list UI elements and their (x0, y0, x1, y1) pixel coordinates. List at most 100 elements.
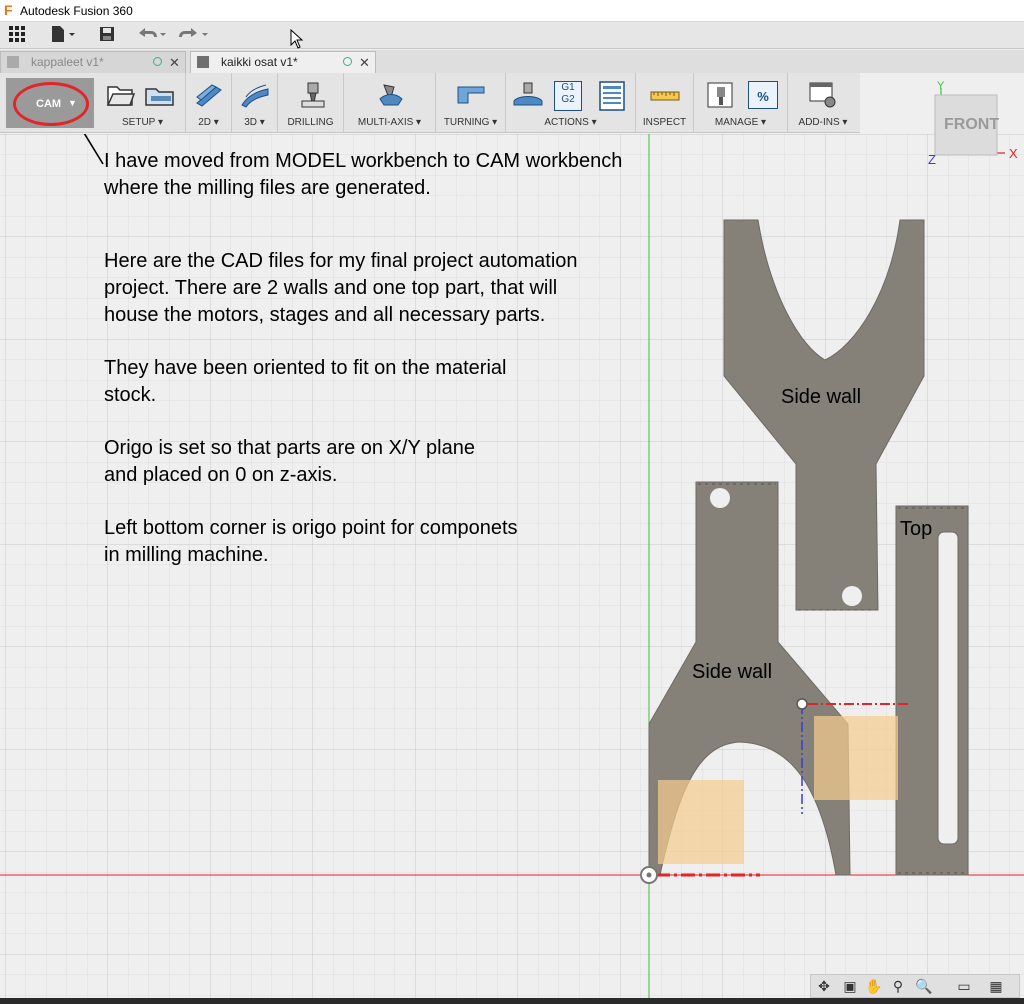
note-line: in milling machine. (104, 544, 269, 566)
manage-label: MANAGE ▾ (714, 117, 767, 128)
inspect-label: INSPECT (642, 117, 687, 128)
note-line: house the motors, stages and all necessa… (104, 304, 546, 326)
drilling-label: DRILLING (287, 117, 334, 128)
zoom-icon[interactable]: ⚲ (889, 978, 907, 995)
note-line: They have been oriented to fit on the ma… (104, 357, 507, 379)
close-icon[interactable]: ✕ (169, 52, 180, 73)
origin-marker-dot (646, 872, 652, 878)
status-ring-icon (343, 57, 352, 66)
note-line: project. There are 2 walls and one top p… (104, 277, 558, 299)
setup-group[interactable]: SETUP ▾ (100, 73, 186, 133)
multi-axis-icon (376, 81, 406, 109)
note-workbench: I have moved from MODEL workbench to CAM… (104, 148, 622, 202)
add-ins-label: ADD-INS ▾ (798, 117, 848, 128)
bottom-edge (0, 998, 1024, 1004)
2d-label: 2D ▾ (198, 117, 219, 128)
note-cad-files: Here are the CAD files for my final proj… (104, 248, 578, 329)
cube-z-label: Z (928, 152, 936, 167)
data-panel-grid-icon[interactable] (6, 25, 28, 47)
view-cube[interactable]: Y X Z FRONT (925, 78, 1020, 173)
cube-face-label: FRONT (944, 116, 1000, 133)
tab-kaikki-osat[interactable]: kaikki osat v1* ✕ (190, 51, 376, 73)
actions-label: ACTIONS ▾ (544, 117, 597, 128)
cube-x-label: X (1009, 146, 1018, 161)
2d-toolpath-icon (194, 81, 224, 109)
top-part-label: Top (900, 518, 933, 540)
simulate-icon (512, 81, 543, 109)
g1-label: G1 (561, 82, 575, 93)
window-title: Autodesk Fusion 360 (20, 4, 133, 18)
setup-label: SETUP ▾ (122, 117, 163, 128)
document-tab-bar: kappaleet v1* ✕ kaikki osat v1* ✕ (0, 50, 1024, 73)
manage-group[interactable]: % MANAGE ▾ (694, 73, 788, 133)
quick-access-toolbar (0, 22, 1024, 49)
percent-label: % (757, 89, 769, 104)
turning-group[interactable]: TURNING ▾ (436, 73, 506, 133)
fit-zoom-icon[interactable]: 🔍 (915, 978, 933, 995)
stock-folder-icon (144, 81, 174, 109)
navigation-bar: ✥ ▣ ✋ ⚲ 🔍 ▭ ▦ (810, 974, 1020, 998)
document-cube-icon (7, 56, 19, 68)
top-part-slot (937, 531, 959, 845)
title-bar: F Autodesk Fusion 360 (0, 0, 1024, 22)
save-icon[interactable] (96, 25, 118, 47)
3d-toolpath-icon (240, 81, 270, 109)
note-line: Origo is set so that parts are on X/Y pl… (104, 437, 475, 459)
look-at-icon[interactable]: ▣ (841, 978, 859, 995)
tab-kappaleet[interactable]: kappaleet v1* ✕ (0, 51, 186, 73)
tool-library-icon (706, 81, 736, 109)
turning-label: TURNING ▾ (443, 117, 498, 128)
post-process-icon: G1 G2 (554, 81, 582, 111)
tab-label: kaikki osat v1* (221, 55, 298, 69)
file-menu-icon[interactable] (48, 25, 78, 47)
note-corner: Left bottom corner is origo point for co… (104, 515, 518, 569)
note-line: I have moved from MODEL workbench to CAM… (104, 150, 623, 172)
2d-group[interactable]: 2D ▾ (186, 73, 232, 133)
grid-settings-icon[interactable]: ▦ (987, 978, 1005, 995)
note-line: stock. (104, 384, 157, 406)
status-ring-icon (153, 57, 162, 66)
turning-icon (456, 81, 486, 109)
cube-y-label: Y (937, 80, 945, 92)
mounting-hole (842, 586, 862, 606)
drilling-group[interactable]: DRILLING (278, 73, 344, 133)
display-settings-icon[interactable]: ▭ (955, 978, 973, 995)
note-line: where the milling files are generated. (104, 177, 431, 199)
drill-icon (298, 81, 328, 109)
close-icon[interactable]: ✕ (359, 52, 370, 73)
stock-box-origin (658, 780, 744, 864)
note-line: and placed on 0 on z-axis. (104, 464, 338, 486)
undo-icon[interactable] (134, 25, 168, 47)
ruler-icon (650, 81, 680, 109)
redo-icon[interactable] (176, 25, 210, 47)
orbit-icon[interactable]: ✥ (815, 978, 833, 995)
scripts-addins-icon (808, 81, 838, 109)
multi-axis-label: MULTI-AXIS ▾ (357, 117, 422, 128)
3d-label: 3D ▾ (244, 117, 265, 128)
setup-sheet-icon (598, 81, 628, 111)
viewport-canvas[interactable]: I have moved from MODEL workbench to CAM… (0, 134, 1024, 1004)
wcs-origin-marker[interactable] (796, 698, 808, 710)
template-library-icon: % (748, 81, 778, 109)
note-orientation: They have been oriented to fit on the ma… (104, 355, 506, 409)
stock-box-secondary (814, 716, 898, 800)
mounting-hole (710, 488, 730, 508)
multi-axis-group[interactable]: MULTI-AXIS ▾ (344, 73, 436, 133)
actions-group[interactable]: G1 G2 ACTIONS ▾ (506, 73, 636, 133)
note-line: Here are the CAD files for my final proj… (104, 250, 578, 272)
new-setup-folder-icon (106, 81, 136, 109)
document-cube-icon (197, 56, 209, 68)
inspect-group[interactable]: INSPECT (636, 73, 694, 133)
3d-group[interactable]: 3D ▾ (232, 73, 278, 133)
add-ins-group[interactable]: ADD-INS ▾ (788, 73, 858, 133)
side-wall-upper-label: Side wall (781, 386, 862, 408)
cam-toolbar: CAM ▼ SETUP ▾ 2D ▾ 3D ▾ DRILLING MULTI-A… (0, 73, 860, 133)
side-wall-lower-label: Side wall (692, 661, 773, 683)
fusion-logo-icon: F (4, 2, 13, 18)
tab-label: kappaleet v1* (31, 55, 104, 69)
note-origo: Origo is set so that parts are on X/Y pl… (104, 435, 475, 489)
g2-label: G2 (561, 94, 575, 105)
note-line: Left bottom corner is origo point for co… (104, 517, 518, 539)
pan-hand-icon[interactable]: ✋ (865, 978, 883, 995)
highlight-circle (13, 82, 89, 126)
